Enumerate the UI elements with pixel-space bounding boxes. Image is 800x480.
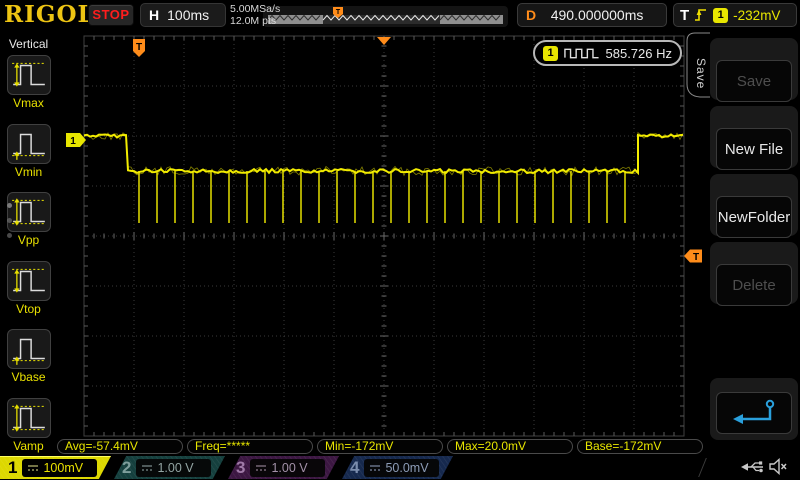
counter-frequency-value: 585.726 Hz xyxy=(605,45,673,61)
measurement-max: Max=20.0mV xyxy=(447,439,573,454)
horizontal-label: H xyxy=(149,7,160,23)
dc-coupling-icon xyxy=(28,465,39,471)
channel-4-number: 4 xyxy=(350,457,360,477)
channel-4-scale: 50.0mV xyxy=(385,460,429,475)
trigger-level-value: -232mV xyxy=(733,7,781,23)
new-folder-button[interactable]: NewFolder xyxy=(716,196,792,238)
page-indicator-dot xyxy=(7,218,12,223)
vpp-icon xyxy=(12,198,46,226)
channel-1-status[interactable]: 1 100mV xyxy=(0,456,111,479)
horizontal-timebase-box[interactable]: H 100ms xyxy=(140,3,226,27)
new-file-button[interactable]: New File xyxy=(716,128,792,170)
back-button[interactable] xyxy=(716,392,792,434)
vmax-icon xyxy=(12,62,46,87)
square-wave-icon xyxy=(564,48,599,59)
speaker-muted-icon xyxy=(769,458,787,475)
channel-1-number: 1 xyxy=(8,458,18,477)
channel-2-number: 2 xyxy=(122,457,132,477)
measurement-freq: Freq=***** xyxy=(187,439,313,454)
trigger-box[interactable]: T 1 -232mV xyxy=(673,3,797,27)
channel-3-status[interactable]: 3 1.00 V xyxy=(228,456,339,479)
delete-button[interactable]: Delete xyxy=(716,264,792,306)
delay-label: D xyxy=(526,7,537,23)
vpp-button[interactable] xyxy=(7,192,51,232)
page-indicator-dot xyxy=(7,203,12,208)
measurement-avg: Avg=-57.4mV xyxy=(57,439,183,454)
vbase-button[interactable] xyxy=(7,329,51,369)
vtop-icon xyxy=(12,268,46,293)
dc-coupling-icon xyxy=(370,464,381,471)
vmin-icon xyxy=(12,133,46,160)
memory-depth: 12.0M pts xyxy=(230,15,277,27)
vmin-button[interactable] xyxy=(7,124,51,164)
save-button[interactable]: Save xyxy=(716,60,792,102)
run-stop-status[interactable]: STOP xyxy=(88,4,134,26)
save-menu-tab: Save xyxy=(694,58,708,90)
measurement-base: Base=-172mV xyxy=(577,439,703,454)
svg-text:T: T xyxy=(136,42,142,53)
vmax-button[interactable] xyxy=(7,55,51,95)
dc-coupling-icon xyxy=(256,464,267,471)
acquisition-info: 5.00MSa/s 12.0M pts xyxy=(230,3,280,27)
rising-edge-icon xyxy=(695,9,707,21)
svg-text:1: 1 xyxy=(70,136,76,147)
return-arrow-icon xyxy=(733,399,775,424)
waveform-display: T 1 T T xyxy=(66,6,710,437)
oscilloscope-screen: T 1 T T RIGOL STOP H 100ms 5.00MSa/s 12.0M … xyxy=(0,0,800,480)
channel-2-scale: 1.00 V xyxy=(157,460,194,475)
rigol-logo: RIGOL xyxy=(4,1,95,28)
channel-3-scale: 1.00 V xyxy=(271,460,308,475)
counter-source-badge: 1 xyxy=(543,45,558,61)
channel-4-status[interactable]: 4 50.0mV xyxy=(342,456,453,479)
timebase-value: 100ms xyxy=(167,7,210,23)
channel-status-bar: 1 100mV 2 1.00 V 3 1.00 V 4 50.0mV xyxy=(0,455,800,480)
vamp-icon xyxy=(12,404,46,432)
vtop-button[interactable] xyxy=(7,261,51,301)
vertical-menu-title: Vertical xyxy=(8,37,49,51)
vamp-label: Vamp xyxy=(13,439,44,453)
frequency-counter-badge: 1 585.726 Hz xyxy=(533,40,682,66)
trigger-source-badge: 1 xyxy=(713,7,729,23)
trigger-label: T xyxy=(680,6,690,24)
svg-text:T: T xyxy=(693,252,699,263)
vbase-icon xyxy=(12,338,46,365)
channel-1-scale: 100mV xyxy=(43,461,84,475)
vbase-label: Vbase xyxy=(11,370,46,384)
usb-icon xyxy=(741,461,763,473)
dc-coupling-icon xyxy=(142,464,153,471)
vmin-label: Vmin xyxy=(14,165,43,179)
sample-rate: 5.00MSa/s xyxy=(230,3,281,15)
vamp-button[interactable] xyxy=(7,398,51,438)
svg-text:T: T xyxy=(336,9,341,16)
vmax-label: Vmax xyxy=(13,96,44,110)
delay-box[interactable]: D 490.000000ms xyxy=(517,3,667,27)
vtop-label: Vtop xyxy=(16,302,41,316)
channel-3-number: 3 xyxy=(236,457,246,477)
delay-value: 490.000000ms xyxy=(550,7,644,23)
page-indicator-dot xyxy=(7,233,12,238)
measurement-min: Min=-172mV xyxy=(317,439,443,454)
channel-2-status[interactable]: 2 1.00 V xyxy=(114,456,225,479)
